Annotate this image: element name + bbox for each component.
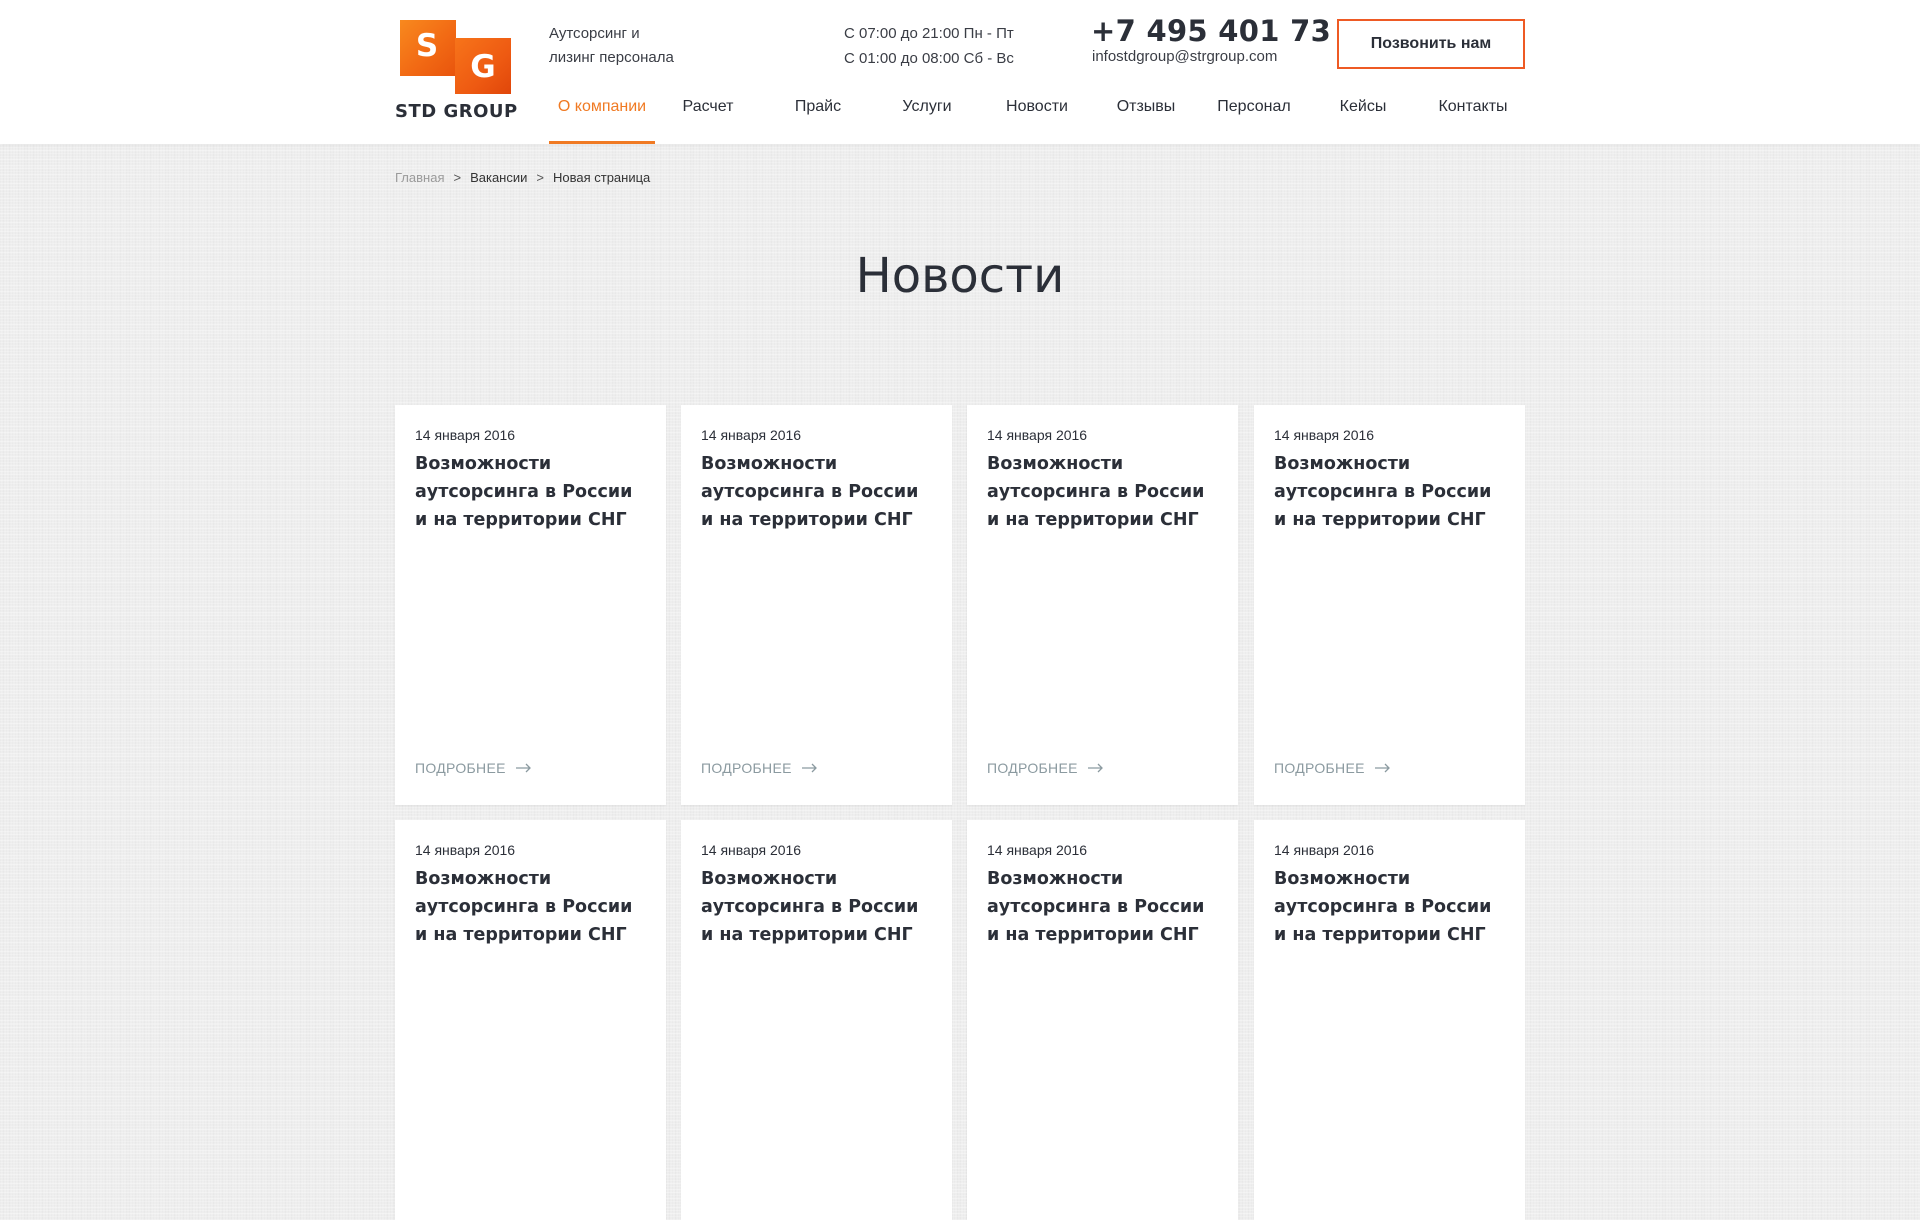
read-more-label: ПОДРОБНЕЕ (415, 760, 506, 776)
read-more-label: ПОДРОБНЕЕ (701, 760, 792, 776)
news-date: 14 января 2016 (987, 842, 1088, 858)
news-title[interactable]: Возможности аутсорсинга в России и на те… (1274, 450, 1509, 534)
tagline-line-1: Аутсорсинг и (549, 25, 640, 42)
arrow-right-icon (1374, 763, 1391, 773)
news-title[interactable]: Возможности аутсорсинга в России и на те… (701, 865, 936, 949)
nav-item-calculation[interactable]: Расчет (655, 92, 761, 144)
arrow-right-icon (515, 763, 532, 773)
breadcrumb-separator: > (536, 170, 544, 185)
news-card[interactable]: 14 января 2016 Возможности аутсорсинга в… (395, 405, 666, 805)
read-more-label: ПОДРОБНЕЕ (987, 760, 1078, 776)
breadcrumb-home[interactable]: Главная (395, 170, 444, 185)
news-title[interactable]: Возможности аутсорсинга в России и на те… (987, 865, 1222, 949)
news-date: 14 января 2016 (701, 842, 802, 858)
logo-mark: S G (400, 20, 520, 94)
news-title[interactable]: Возможности аутсорсинга в России и на те… (415, 450, 650, 534)
nav-item-price[interactable]: Прайс (761, 92, 875, 144)
news-card[interactable]: 14 января 2016 Возможности аутсорсинга в… (1254, 405, 1525, 805)
news-date: 14 января 2016 (1274, 842, 1375, 858)
news-date: 14 января 2016 (1274, 427, 1375, 443)
read-more-link[interactable]: ПОДРОБНЕЕ (415, 760, 532, 776)
logo-square-g: G (455, 38, 511, 94)
nav-item-cases[interactable]: Кейсы (1311, 92, 1415, 144)
call-us-button[interactable]: Позвонить нам (1337, 19, 1525, 69)
tagline: Аутсорсинг и лизинг персонала (549, 22, 674, 70)
news-date: 14 января 2016 (701, 427, 802, 443)
site-header: S G STD GROUP Аутсорсинг и лизинг персон… (0, 0, 1920, 144)
news-title[interactable]: Возможности аутсорсинга в России и на те… (415, 865, 650, 949)
logo-square-s: S (400, 20, 456, 76)
news-card[interactable]: 14 января 2016 Возможности аутсорсинга в… (967, 405, 1238, 805)
news-card[interactable]: 14 января 2016 Возможности аутсорсинга в… (681, 820, 952, 1220)
news-title[interactable]: Возможности аутсорсинга в России и на те… (987, 450, 1222, 534)
nav-item-services[interactable]: Услуги (875, 92, 979, 144)
read-more-label: ПОДРОБНЕЕ (1274, 760, 1365, 776)
hours-weekdays: С 07:00 до 21:00 Пн - Пт (844, 25, 1014, 42)
read-more-link[interactable]: ПОДРОБНЕЕ (701, 760, 818, 776)
hours-weekend: С 01:00 до 08:00 Сб - Вс (844, 50, 1014, 67)
nav-item-contacts[interactable]: Контакты (1415, 92, 1531, 144)
breadcrumb-vacancies[interactable]: Вакансии (470, 170, 527, 185)
news-date: 14 января 2016 (415, 842, 516, 858)
nav-item-reviews[interactable]: Отзывы (1095, 92, 1197, 144)
logo-letter-g: G (470, 49, 496, 85)
news-card[interactable]: 14 января 2016 Возможности аутсорсинга в… (967, 820, 1238, 1220)
nav-item-about[interactable]: О компании (549, 92, 655, 144)
page-title: Новости (855, 248, 1065, 304)
news-title[interactable]: Возможности аутсорсинга в России и на те… (701, 450, 936, 534)
breadcrumb: Главная > Вакансии > Новая страница (395, 170, 650, 185)
site-logo[interactable]: S G STD GROUP (395, 18, 525, 126)
news-card[interactable]: 14 января 2016 Возможности аутсорсинга в… (681, 405, 952, 805)
main-nav: О компании Расчет Прайс Услуги Новости О… (549, 92, 1531, 144)
header-container: S G STD GROUP Аутсорсинг и лизинг персон… (395, 0, 1525, 144)
news-date: 14 января 2016 (987, 427, 1088, 443)
breadcrumb-separator: > (453, 170, 462, 185)
news-card[interactable]: 14 января 2016 Возможности аутсорсинга в… (395, 820, 666, 1220)
arrow-right-icon (1087, 763, 1104, 773)
logo-text: STD GROUP (395, 101, 518, 122)
news-date: 14 января 2016 (415, 427, 516, 443)
nav-item-staff[interactable]: Персонал (1197, 92, 1311, 144)
email-link[interactable]: infostdgroup@strgroup.com (1092, 48, 1277, 65)
news-card[interactable]: 14 января 2016 Возможности аутсорсинга в… (1254, 820, 1525, 1220)
logo-letter-s: S (415, 28, 439, 64)
read-more-link[interactable]: ПОДРОБНЕЕ (1274, 760, 1391, 776)
nav-item-news[interactable]: Новости (979, 92, 1095, 144)
breadcrumb-current: Новая страница (552, 170, 651, 185)
tagline-line-2: лизинг персонала (549, 49, 674, 66)
read-more-link[interactable]: ПОДРОБНЕЕ (987, 760, 1104, 776)
news-title[interactable]: Возможности аутсорсинга в России и на те… (1274, 865, 1509, 949)
arrow-right-icon (801, 763, 818, 773)
working-hours: С 07:00 до 21:00 Пн - Пт С 01:00 до 08:0… (844, 21, 1014, 71)
